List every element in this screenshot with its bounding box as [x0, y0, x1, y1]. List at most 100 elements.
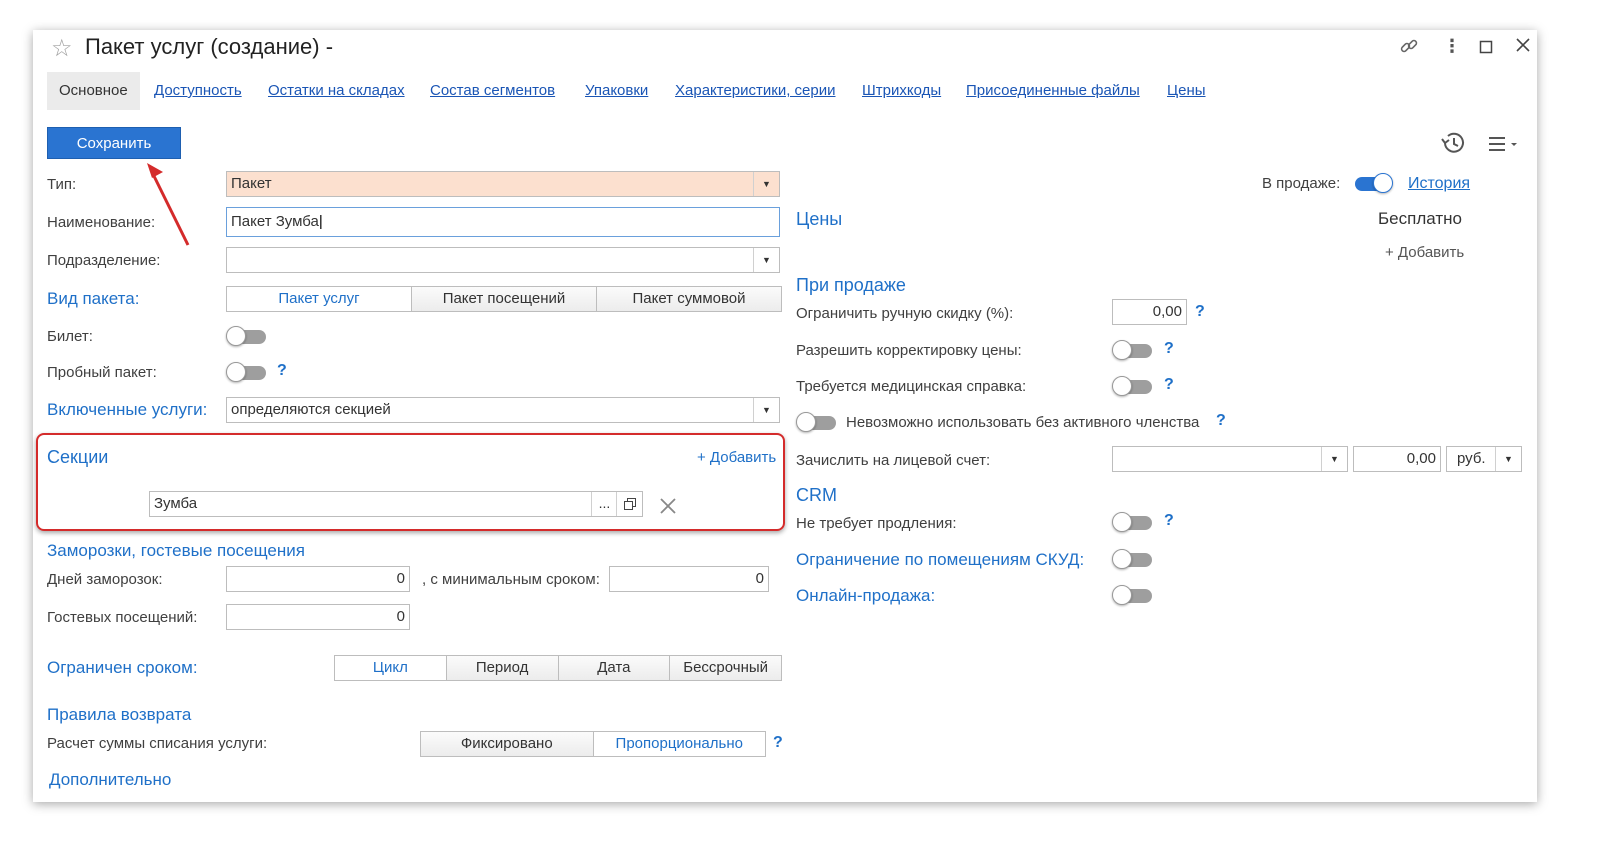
- membership-label: Невозможно использовать без активного чл…: [846, 414, 1200, 431]
- division-select[interactable]: ▼: [226, 247, 780, 273]
- more-icon[interactable]: ⋮: [1443, 36, 1461, 57]
- refund-selector: Фиксировано Пропорционально: [420, 731, 766, 757]
- help-icon[interactable]: ?: [773, 734, 783, 752]
- name-input[interactable]: Пакет Зумба|: [226, 207, 780, 237]
- currency-select[interactable]: руб. ▼: [1446, 446, 1522, 472]
- ticket-label: Билет:: [47, 328, 93, 345]
- save-button[interactable]: Сохранить: [47, 127, 181, 159]
- kind-option-services[interactable]: Пакет услуг: [227, 287, 411, 311]
- tab-segments[interactable]: Состав сегментов: [430, 72, 555, 110]
- account-select[interactable]: ▼: [1112, 446, 1348, 472]
- account-amount-input[interactable]: 0,00: [1353, 446, 1441, 472]
- min-term-input[interactable]: 0: [609, 566, 769, 592]
- add-section-link[interactable]: + Добавить: [697, 449, 776, 466]
- discount-input[interactable]: 0,00: [1112, 299, 1187, 325]
- help-icon[interactable]: ?: [1216, 412, 1226, 430]
- on-sale-label: В продаже:: [1262, 175, 1341, 192]
- membership-toggle[interactable]: [796, 412, 838, 432]
- chevron-down-icon[interactable]: ▼: [753, 398, 779, 422]
- annotation-arrow-icon: [147, 163, 190, 246]
- trial-toggle[interactable]: [226, 362, 268, 382]
- refund-calc-label: Расчет суммы списания услуги:: [47, 735, 268, 752]
- section-input[interactable]: Зумба ...: [149, 491, 643, 517]
- price-free-value: Бесплатно: [1378, 209, 1462, 228]
- term-label: Ограничен сроком:: [47, 658, 198, 677]
- tab-stock[interactable]: Остатки на складах: [268, 72, 405, 110]
- history-link[interactable]: История: [1408, 175, 1470, 193]
- trial-label: Пробный пакет:: [47, 364, 157, 381]
- no-renew-toggle[interactable]: [1112, 512, 1154, 532]
- ticket-toggle[interactable]: [226, 326, 268, 346]
- term-option-cycle[interactable]: Цикл: [335, 656, 446, 680]
- close-icon[interactable]: [1515, 37, 1531, 58]
- skud-toggle[interactable]: [1112, 549, 1154, 569]
- tab-characteristics[interactable]: Характеристики, серии: [675, 72, 836, 110]
- price-edit-label: Разрешить корректировку цены:: [796, 342, 1022, 359]
- remove-section-icon[interactable]: [659, 497, 677, 519]
- division-label: Подразделение:: [47, 252, 161, 269]
- refund-title: Правила возврата: [47, 705, 192, 724]
- help-icon[interactable]: ?: [1164, 340, 1174, 358]
- tab-prices[interactable]: Цены: [1167, 72, 1206, 110]
- medical-toggle[interactable]: [1112, 376, 1154, 396]
- help-icon[interactable]: ?: [1164, 512, 1174, 530]
- type-label: Тип:: [47, 176, 77, 193]
- package-kind-label: Вид пакета:: [47, 289, 140, 308]
- help-icon[interactable]: ?: [1195, 303, 1205, 321]
- prices-title: Цены: [796, 209, 843, 229]
- open-icon[interactable]: [616, 492, 642, 516]
- section-value: Зумба: [154, 495, 198, 512]
- term-option-unlimited[interactable]: Бессрочный: [669, 656, 781, 680]
- menu-icon[interactable]: [1487, 134, 1521, 158]
- online-sale-label: Онлайн-продажа:: [796, 586, 936, 605]
- tab-main[interactable]: Основное: [47, 72, 140, 110]
- type-value: Пакет: [231, 175, 272, 192]
- online-sale-toggle[interactable]: [1112, 585, 1154, 605]
- tab-packages[interactable]: Упаковки: [585, 72, 648, 110]
- help-icon[interactable]: ?: [277, 362, 287, 380]
- refund-option-proportional[interactable]: Пропорционально: [592, 732, 765, 756]
- sections-title: Секции: [47, 447, 109, 467]
- term-option-period[interactable]: Период: [445, 656, 558, 680]
- chevron-down-icon[interactable]: ▼: [753, 172, 779, 196]
- tab-availability[interactable]: Доступность: [154, 72, 242, 110]
- kind-option-amount[interactable]: Пакет суммовой: [596, 287, 781, 311]
- min-term-label: , с минимальным сроком:: [422, 571, 600, 588]
- medical-label: Требуется медицинская справка:: [796, 378, 1027, 395]
- link-icon[interactable]: [1399, 36, 1419, 61]
- name-label: Наименование:: [47, 214, 156, 231]
- add-price-link[interactable]: + Добавить: [1385, 244, 1464, 261]
- included-services-value: определяются секцией: [231, 401, 391, 418]
- history-icon[interactable]: [1439, 130, 1467, 160]
- kind-option-visits[interactable]: Пакет посещений: [411, 287, 596, 311]
- additional-section-link[interactable]: Дополнительно: [49, 770, 171, 790]
- chevron-down-icon[interactable]: ▼: [753, 248, 779, 272]
- guest-visits-label: Гостевых посещений:: [47, 609, 198, 626]
- ellipsis-button[interactable]: ...: [591, 492, 617, 516]
- term-option-date[interactable]: Дата: [557, 656, 670, 680]
- tab-attached-files[interactable]: Присоединенные файлы: [966, 72, 1140, 110]
- discount-label: Ограничить ручную скидку (%):: [796, 305, 1014, 322]
- on-sale-toggle[interactable]: [1351, 173, 1393, 193]
- name-value: Пакет Зумба: [231, 213, 319, 230]
- account-label: Зачислить на лицевой счет:: [796, 452, 991, 469]
- type-select[interactable]: Пакет ▼: [226, 171, 780, 197]
- price-edit-toggle[interactable]: [1112, 340, 1154, 360]
- on-sale-section-title: При продаже: [796, 275, 906, 295]
- included-services-label: Включенные услуги:: [47, 400, 208, 419]
- star-icon[interactable]: ☆: [51, 34, 73, 63]
- included-services-select[interactable]: определяются секцией ▼: [226, 397, 780, 423]
- no-renew-label: Не требует продления:: [796, 515, 957, 532]
- chevron-down-icon[interactable]: ▼: [1321, 447, 1347, 471]
- help-icon[interactable]: ?: [1164, 376, 1174, 394]
- package-form-window: ☆ Пакет услуг (создание) - ⋮ Основное До…: [33, 30, 1537, 802]
- tab-barcodes[interactable]: Штрихкоды: [862, 72, 941, 110]
- crm-title: CRM: [796, 485, 837, 505]
- guest-visits-input[interactable]: 0: [226, 604, 410, 630]
- freeze-title: Заморозки, гостевые посещения: [47, 541, 305, 560]
- maximize-icon[interactable]: [1479, 38, 1493, 59]
- freeze-days-input[interactable]: 0: [226, 566, 410, 592]
- refund-option-fixed[interactable]: Фиксировано: [421, 732, 593, 756]
- term-selector: Цикл Период Дата Бессрочный: [334, 655, 782, 681]
- chevron-down-icon[interactable]: ▼: [1495, 447, 1521, 471]
